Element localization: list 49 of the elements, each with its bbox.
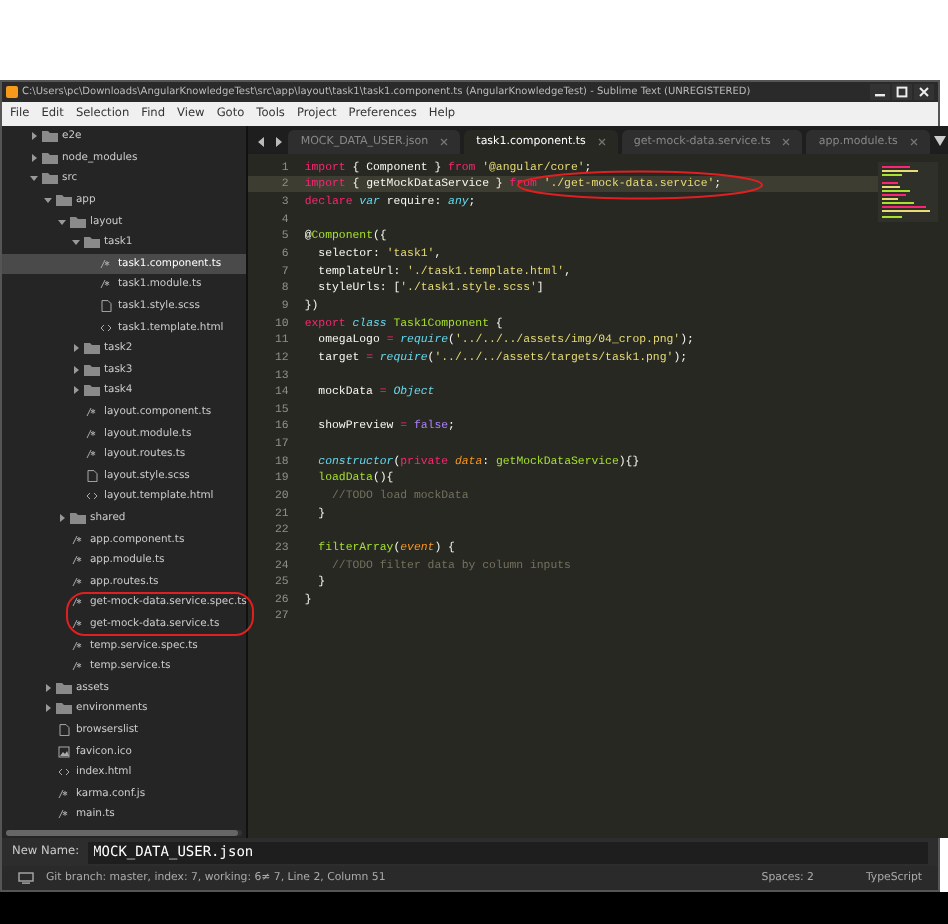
script-file-icon (84, 448, 100, 461)
expanded-arrow-icon[interactable] (72, 238, 80, 247)
markup-file-icon (84, 490, 100, 503)
tab-navigation-arrows-icon[interactable] (256, 136, 285, 148)
monitor-icon[interactable] (18, 872, 34, 884)
collapsed-arrow-icon[interactable] (44, 683, 52, 692)
script-file-icon (98, 257, 114, 270)
script-file-icon (70, 554, 86, 567)
script-file-icon (70, 596, 86, 609)
document-icon (84, 469, 100, 482)
horizontal-scrollbar[interactable] (6, 830, 243, 836)
document-icon (98, 300, 114, 313)
script-file-icon (84, 406, 100, 419)
markup-file-icon (98, 321, 114, 334)
collapsed-arrow-icon[interactable] (44, 704, 52, 713)
maximize-icon (896, 86, 908, 98)
collapsed-arrow-icon[interactable] (72, 386, 80, 395)
script-file-icon (70, 660, 86, 673)
maximize-button[interactable] (892, 84, 912, 100)
close-icon[interactable] (597, 138, 606, 146)
script-file-icon (56, 787, 72, 800)
document-icon (56, 723, 72, 736)
folder-icon (70, 511, 86, 524)
close-icon[interactable] (782, 138, 791, 146)
collapsed-arrow-icon[interactable] (72, 344, 80, 353)
close-icon[interactable] (909, 138, 918, 146)
close-button[interactable] (914, 84, 934, 100)
script-file-icon (70, 617, 86, 630)
image-file-icon (56, 745, 72, 758)
collapsed-arrow-icon[interactable] (72, 365, 80, 374)
script-file-icon (56, 808, 72, 821)
minimize-button[interactable] (870, 84, 890, 100)
app-logo-icon (6, 86, 18, 98)
close-icon[interactable] (440, 138, 449, 146)
dropdown-arrow-icon[interactable] (933, 136, 946, 146)
collapsed-arrow-icon[interactable] (30, 153, 38, 162)
expanded-arrow-icon[interactable] (58, 217, 66, 226)
close-icon (918, 86, 930, 98)
script-file-icon (70, 639, 86, 652)
collapsed-arrow-icon[interactable] (30, 132, 38, 141)
script-file-icon (84, 427, 100, 440)
script-file-icon (70, 533, 86, 546)
markup-file-icon (56, 766, 72, 779)
expanded-arrow-icon[interactable] (44, 196, 52, 205)
script-file-icon (98, 278, 114, 291)
script-file-icon (70, 575, 86, 588)
collapsed-arrow-icon[interactable] (58, 513, 66, 522)
expanded-arrow-icon[interactable] (30, 174, 38, 183)
minimap-drawing[interactable] (877, 162, 938, 222)
